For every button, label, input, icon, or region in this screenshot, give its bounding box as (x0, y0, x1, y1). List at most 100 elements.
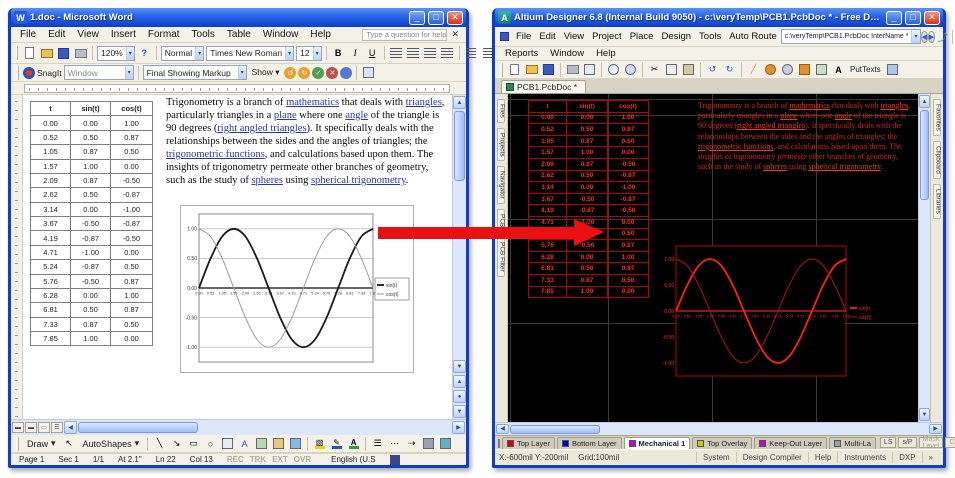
word-horizontal-scrollbar[interactable]: ▬ ▬ ▭ ☰ ◀ ▶ (11, 419, 466, 435)
layer-button-mask-level[interactable]: Mask Level (919, 437, 944, 448)
draw-menu[interactable]: Draw ▾ (23, 437, 60, 450)
place-via-icon[interactable] (780, 63, 795, 77)
altium-title-bar[interactable]: A Altium Designer 6.8 (Internal Build 90… (495, 8, 943, 27)
new-document-icon[interactable] (22, 46, 37, 60)
hyperlink[interactable]: spheres (763, 162, 787, 171)
web-layout-view-icon[interactable]: ▬ (25, 422, 37, 433)
snagit-icon[interactable] (23, 67, 35, 79)
print-preview-icon[interactable] (582, 63, 597, 77)
normal-view-icon[interactable]: ▬ (12, 422, 24, 433)
place-string-icon[interactable]: A (831, 63, 846, 77)
word-menu-insert[interactable]: Insert (105, 28, 142, 41)
italic-icon[interactable]: I (348, 46, 363, 60)
shadow-style-icon[interactable] (421, 437, 436, 451)
line-style-icon[interactable]: ☰ (370, 437, 385, 451)
hyperlink[interactable]: mathematics (789, 101, 829, 110)
word-menu-format[interactable]: Format (142, 28, 186, 41)
pcb-canvas[interactable]: tsin(t)cos(t)0.000.001.000.520.500.871.0… (508, 94, 918, 422)
arrow-icon[interactable]: ↘ (169, 437, 184, 451)
hscroll-thumb[interactable] (78, 422, 198, 433)
horizontal-ruler[interactable] (11, 82, 466, 95)
previous-change-icon[interactable]: ↺ (284, 67, 296, 79)
mode-indicator[interactable]: OVR (294, 455, 311, 464)
layer-tab-multi-la[interactable]: Multi-La (829, 437, 876, 449)
save-icon[interactable] (56, 46, 71, 60)
new-comment-icon[interactable] (340, 67, 352, 79)
altium-menu-edit[interactable]: Edit (535, 30, 559, 43)
altium-menu-design[interactable]: Design (657, 30, 695, 43)
hyperlink[interactable]: trigonometric functions (166, 149, 265, 160)
print-icon[interactable] (565, 63, 580, 77)
display-for-review-select[interactable]: Final Showing Markup▾ (143, 65, 247, 80)
zoom-in-icon[interactable] (606, 63, 621, 77)
hyperlink[interactable]: angle (835, 111, 852, 120)
status-button-design-compiler[interactable]: Design Compiler (736, 452, 808, 463)
open-icon[interactable] (524, 63, 539, 77)
vertical-ruler[interactable] (11, 95, 23, 419)
select-browse-object-icon[interactable]: ● (453, 390, 466, 403)
status-button-instruments[interactable]: Instruments (837, 452, 892, 463)
cut-icon[interactable]: ✂ (647, 63, 662, 77)
layer-button-clear[interactable]: Clear (945, 437, 955, 448)
line-icon[interactable]: ╲ (152, 437, 167, 451)
word-menu-edit[interactable]: Edit (42, 28, 71, 41)
place-pad-icon[interactable] (763, 63, 778, 77)
word-menu-window[interactable]: Window (257, 28, 305, 41)
word-menu-tools[interactable]: Tools (186, 28, 221, 41)
altium-menu-auto-route[interactable]: Auto Route (725, 30, 781, 43)
word-page[interactable]: tsin(t)cos(t)0.000.001.000.520.500.871.0… (23, 95, 452, 419)
panel-tab-clipboard[interactable]: Clipboard (933, 141, 942, 179)
altium-menu-file[interactable]: File (512, 30, 535, 43)
minimize-button[interactable]: _ (409, 11, 425, 25)
altium-menu-project[interactable]: Project (588, 30, 626, 43)
align-center-icon[interactable] (406, 46, 421, 60)
puttexts-label[interactable]: PutTexts (848, 65, 883, 74)
accept-change-icon[interactable]: ✓ (312, 67, 324, 79)
hyperlink[interactable]: plane (780, 111, 797, 120)
document-path-combo[interactable]: c:\veryTemp\PCB1.PcbDoc InterName *▾ (781, 29, 921, 44)
scroll-left-icon[interactable]: ◀ (496, 424, 509, 434)
layer-tab-bottom-layer[interactable]: Bottom Layer (557, 437, 622, 449)
up-one-level-icon[interactable]: ⤴ (935, 30, 950, 44)
show-menu[interactable]: Show ▾ (249, 67, 283, 78)
help-icon[interactable]: ? (137, 46, 152, 60)
diagram-icon[interactable] (254, 437, 269, 451)
scroll-right-icon[interactable]: ▶ (929, 424, 942, 434)
altium-menu-reports[interactable]: Reports (499, 47, 544, 60)
font-size-select[interactable]: 12▾ (296, 46, 321, 61)
layer-button-ls[interactable]: LS (880, 437, 897, 448)
place-polygon-icon[interactable] (797, 63, 812, 77)
hscroll-thumb[interactable] (510, 425, 600, 434)
close-button[interactable]: ✕ (447, 11, 463, 25)
layer-tab-top-layer[interactable]: Top Layer (502, 437, 555, 449)
rectangle-icon[interactable]: ▭ (186, 437, 201, 451)
panel-tab-navigator[interactable]: Navigator (497, 166, 506, 204)
hyperlink[interactable]: spheres (251, 175, 283, 186)
panel-tab-projects[interactable]: Projects (497, 128, 506, 161)
hyperlink[interactable]: angle (345, 110, 368, 121)
close-document-icon[interactable]: ✕ (447, 29, 463, 40)
scroll-down-icon[interactable]: ▼ (453, 360, 466, 373)
style-select[interactable]: Normal▾ (161, 46, 204, 61)
minimize-button[interactable]: _ (886, 11, 902, 25)
copy-icon[interactable] (664, 63, 679, 77)
word-vertical-scrollbar[interactable]: ▲ ▼ ▲ ● ▼ (452, 95, 466, 419)
altium-menu-place[interactable]: Place (626, 30, 658, 43)
previous-page-icon[interactable]: ▲ (453, 375, 466, 388)
status-button-system[interactable]: System (696, 452, 736, 463)
scroll-up-icon[interactable]: ▲ (919, 95, 930, 108)
zoom-fit-icon[interactable] (623, 63, 638, 77)
text-box-icon[interactable] (220, 437, 235, 451)
autoshapes-menu[interactable]: AutoShapes ▾ (79, 437, 144, 450)
outline-view-icon[interactable]: ☰ (51, 422, 63, 433)
new-document-icon[interactable] (507, 63, 522, 77)
align-right-icon[interactable] (423, 46, 438, 60)
clip-art-icon[interactable] (271, 437, 286, 451)
layer-tab-top-overlay[interactable]: Top Overlay (692, 437, 752, 449)
hyperlink[interactable]: triangles (881, 101, 909, 110)
undo-icon[interactable]: ↺ (705, 63, 720, 77)
word-menu-table[interactable]: Table (221, 28, 257, 41)
altium-vertical-scrollbar[interactable]: ▲ ▼ (918, 94, 930, 422)
word-title-bar[interactable]: W 1.doc - Microsoft Word _ □ ✕ (11, 8, 466, 27)
word-menu-help[interactable]: Help (304, 28, 337, 41)
